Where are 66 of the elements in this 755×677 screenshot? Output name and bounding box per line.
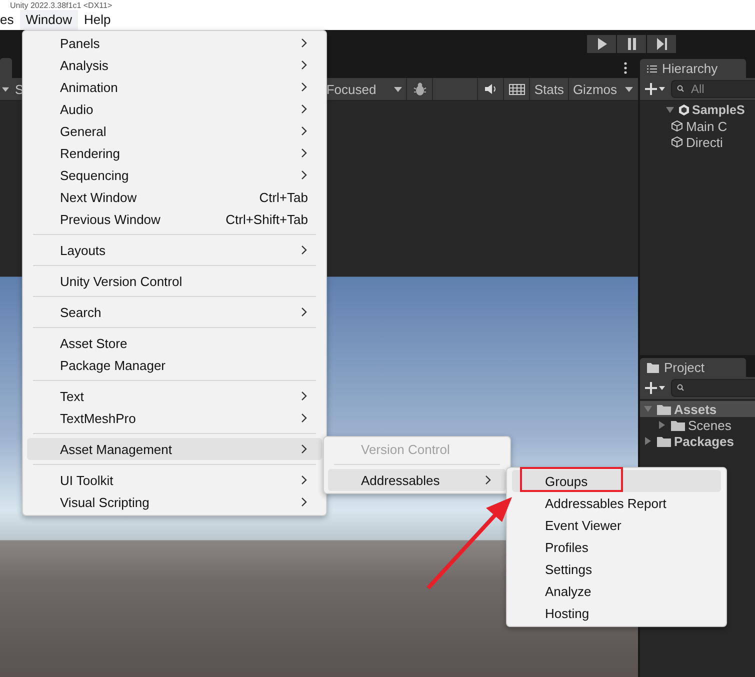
cube-icon xyxy=(671,136,683,148)
dropdown-arrow-icon xyxy=(394,86,402,92)
menu-item[interactable]: General xyxy=(27,120,322,142)
panel-tab[interactable]: Hierarchy xyxy=(640,59,746,78)
menu-item[interactable]: Hosting xyxy=(512,602,721,624)
menu-item[interactable]: Unity Version Control xyxy=(27,270,322,292)
play-icon xyxy=(596,38,606,50)
menu-item[interactable]: Profiles xyxy=(512,536,721,558)
menu-item[interactable]: Sequencing xyxy=(27,164,322,186)
speaker-icon xyxy=(484,83,498,95)
menu-item[interactable]: Analyze xyxy=(512,580,721,602)
menu-item[interactable]: Addressables Report xyxy=(512,492,721,514)
cube-icon xyxy=(671,120,683,132)
menu-item[interactable]: Package Manager xyxy=(27,354,322,376)
dropdown-arrow-icon[interactable] xyxy=(2,86,9,92)
pause-icon xyxy=(626,38,636,50)
menu-item[interactable]: Visual Scripting xyxy=(27,491,322,513)
menu-item[interactable]: Settings xyxy=(512,558,721,580)
search-field[interactable]: All xyxy=(671,80,755,98)
menu-item[interactable]: Asset Store xyxy=(27,332,322,354)
menu-item[interactable]: Text xyxy=(27,385,322,407)
folder-icon xyxy=(657,436,671,446)
menu-item[interactable]: Rendering xyxy=(27,142,322,164)
collapse-triangle-icon[interactable] xyxy=(644,437,652,445)
menu-item[interactable]: Audio xyxy=(27,98,322,120)
menu-item[interactable]: Groups xyxy=(512,470,721,492)
collapse-triangle-icon[interactable] xyxy=(658,421,666,429)
menu-item[interactable]: Addressables xyxy=(328,469,506,491)
menu-item[interactable]: Next Window Ctrl+Tab xyxy=(27,186,322,208)
tree-item[interactable]: Main C xyxy=(686,118,728,134)
keyboard-icon xyxy=(508,84,525,94)
folder-icon xyxy=(657,404,671,414)
menu-item[interactable]: Layouts xyxy=(27,239,322,261)
step-icon xyxy=(656,38,666,50)
dropdown-arrow-icon[interactable] xyxy=(625,86,633,92)
menu-bar-item[interactable]: Window xyxy=(20,10,78,30)
plus-icon xyxy=(645,382,665,394)
folder-icon xyxy=(647,362,659,372)
tree-item[interactable]: Packages xyxy=(674,434,734,448)
menu-item[interactable]: Asset Management xyxy=(27,438,322,460)
plus-icon xyxy=(645,83,665,95)
menu-item[interactable]: Previous Window Ctrl+Shift+Tab xyxy=(27,208,322,230)
pause-button[interactable] xyxy=(617,35,646,53)
menu-item[interactable]: Event Viewer xyxy=(512,514,721,536)
menu-bar-item[interactable]: es xyxy=(0,10,20,30)
more-options-icon[interactable] xyxy=(624,62,627,74)
tree-item[interactable]: SampleS xyxy=(692,103,745,117)
tree-item[interactable]: Directi xyxy=(686,134,723,150)
menu-bar-item[interactable]: Help xyxy=(78,10,117,30)
tree-item[interactable]: Scenes xyxy=(688,418,732,432)
menu-item[interactable]: Analysis xyxy=(27,54,322,76)
menu-item[interactable]: Panels xyxy=(27,32,322,54)
bug-icon xyxy=(412,82,427,96)
list-icon xyxy=(647,64,657,72)
menu-item[interactable]: TextMeshPro xyxy=(27,407,322,429)
menu-item[interactable]: Animation xyxy=(27,76,322,98)
menu-item[interactable]: Search xyxy=(27,301,322,323)
menu-item[interactable]: UI Toolkit xyxy=(27,469,322,491)
play-button[interactable] xyxy=(587,35,616,53)
window-title: Unity 2022.3.38f1c1 <DX11> xyxy=(10,0,112,10)
folder-icon xyxy=(671,420,685,430)
search-field[interactable] xyxy=(671,379,755,397)
expand-triangle-icon[interactable] xyxy=(666,106,674,114)
unity-logo-icon xyxy=(678,104,690,116)
step-button[interactable] xyxy=(647,35,676,53)
panel-tab[interactable]: Project xyxy=(640,358,746,377)
